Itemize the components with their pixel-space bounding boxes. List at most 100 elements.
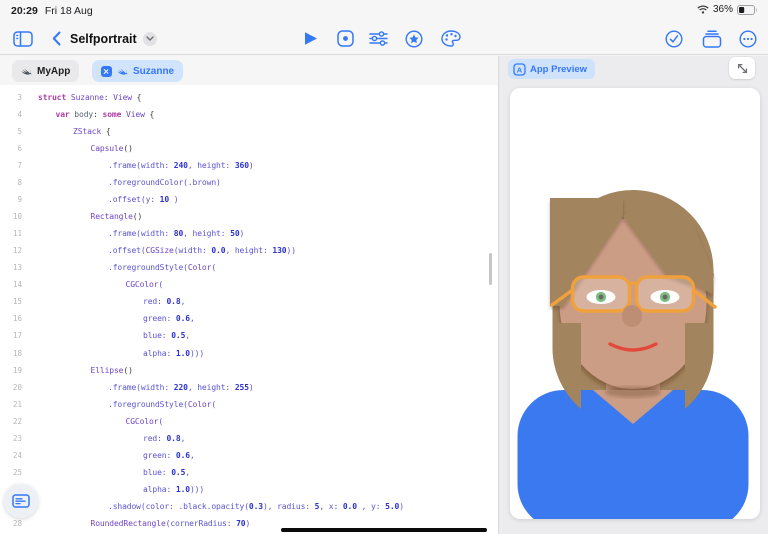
code-text: Capsule(): [91, 140, 133, 157]
line-number: 22: [0, 413, 22, 430]
svg-text:A: A: [517, 65, 523, 74]
guide-star-button[interactable]: [402, 22, 426, 55]
code-line[interactable]: 21.foregroundStyle(Color(: [0, 396, 498, 413]
code-line[interactable]: 20 .frame(width: 220, height: 255): [0, 379, 498, 396]
sidebar-toggle-button[interactable]: [10, 22, 36, 55]
line-number: 16: [0, 310, 22, 327]
chin-shadow: [605, 387, 661, 398]
code-text: Ellipse(): [91, 362, 133, 379]
code-line[interactable]: 3struct Suzanne: View {: [0, 89, 498, 106]
code-line[interactable]: 8 .foregroundColor(.brown): [0, 174, 498, 191]
code-text: .shadow(color: .black.opacity(0.3), radi…: [108, 498, 404, 515]
line-number: 9: [0, 191, 22, 208]
battery-icon: [737, 5, 758, 15]
code-line[interactable]: 23red: 0.8,: [0, 430, 498, 447]
nose: [622, 305, 642, 327]
code-line[interactable]: 27.shadow(color: .black.opacity(0.3), ra…: [0, 498, 498, 515]
palette-button[interactable]: [438, 22, 464, 55]
battery-percent: 36%: [713, 4, 733, 15]
editor-scrollbar[interactable]: [489, 253, 492, 285]
tab-strip: MyApp Suzanne: [0, 56, 498, 85]
app-preview-label: App Preview: [530, 64, 587, 75]
line-number: 11: [0, 225, 22, 242]
line-number: 19: [0, 362, 22, 379]
code-line[interactable]: 18alpha: 1.0))): [0, 345, 498, 362]
line-number: 25: [0, 464, 22, 481]
wifi-icon: [697, 5, 709, 14]
code-line[interactable]: 19 Ellipse(): [0, 362, 498, 379]
code-line[interactable]: 24green: 0.6,: [0, 447, 498, 464]
code-editor[interactable]: 23struct Suzanne: View {4var body: some …: [0, 85, 498, 534]
swift-playgrounds-window: 20:29Fri 18 Aug 36%: [0, 0, 768, 534]
code-text: green: 0.6,: [143, 310, 195, 327]
code-text: red: 0.8,: [143, 430, 185, 447]
code-text: var body: some View {: [56, 106, 155, 123]
code-text: green: 0.6,: [143, 447, 195, 464]
swift-icon: [21, 66, 32, 77]
title-chevron-icon: [143, 32, 157, 46]
code-line[interactable]: 14 CGColor(: [0, 276, 498, 293]
code-text: .foregroundColor(.brown): [108, 174, 221, 191]
toolbar: Selfportrait: [0, 22, 768, 55]
code-line[interactable]: 13.foregroundStyle(Color(: [0, 259, 498, 276]
code-library-button[interactable]: [4, 484, 38, 518]
code-text: alpha: 1.0))): [143, 345, 204, 362]
document-title-menu[interactable]: Selfportrait: [70, 22, 157, 55]
code-line[interactable]: 11 .frame(width: 80, height: 50): [0, 225, 498, 242]
swift-icon: [117, 66, 128, 77]
code-line[interactable]: 4var body: some View {: [0, 106, 498, 123]
code-line[interactable]: 15red: 0.8,: [0, 293, 498, 310]
back-button[interactable]: [48, 22, 64, 55]
projects-stack-button[interactable]: [699, 22, 725, 55]
line-number: 14: [0, 276, 22, 293]
close-tab-icon[interactable]: [101, 66, 112, 77]
code-text: .frame(width: 240, height: 360): [108, 157, 254, 174]
status-bar: 20:29Fri 18 Aug 36%: [0, 0, 768, 22]
code-text: .frame(width: 80, height: 50): [108, 225, 244, 242]
code-line[interactable]: 25blue: 0.5,: [0, 464, 498, 481]
line-number: 8: [0, 174, 22, 191]
expand-preview-button[interactable]: [729, 57, 755, 79]
snippets-icon: [12, 493, 30, 509]
more-options-button[interactable]: [736, 22, 760, 55]
code-line[interactable]: 10Rectangle(): [0, 208, 498, 225]
status-datetime: 20:29Fri 18 Aug: [11, 5, 93, 17]
preview-pane: A App Preview: [499, 56, 768, 534]
code-text: .frame(width: 220, height: 255): [108, 379, 254, 396]
status-indicators: 36%: [697, 4, 758, 15]
code-line[interactable]: 17blue: 0.5,: [0, 327, 498, 344]
page-title: Selfportrait: [70, 32, 137, 46]
tab-myapp[interactable]: MyApp: [12, 60, 79, 82]
tab-suzanne[interactable]: Suzanne: [92, 60, 183, 82]
code-line[interactable]: 5 ZStack {: [0, 123, 498, 140]
live-view-button[interactable]: [334, 22, 356, 55]
app-icon: A: [513, 63, 526, 76]
code-line[interactable]: 22CGColor(: [0, 413, 498, 430]
run-button[interactable]: [300, 22, 322, 55]
app-preview-canvas[interactable]: [510, 88, 760, 519]
code-line[interactable]: 7.frame(width: 240, height: 360): [0, 157, 498, 174]
code-text: .offset(y: 10 ): [108, 191, 178, 208]
code-text: .offset(CGSize(width: 0.0, height: 130)): [108, 242, 296, 259]
code-line[interactable]: 6Capsule(): [0, 140, 498, 157]
code-line[interactable]: 12.offset(CGSize(width: 0.0, height: 130…: [0, 242, 498, 259]
home-indicator[interactable]: [281, 528, 487, 533]
tab-label: MyApp: [37, 66, 70, 77]
line-number: 3: [0, 89, 22, 106]
line-number: 21: [0, 396, 22, 413]
code-text: blue: 0.5,: [143, 327, 190, 344]
status-time: 20:29: [11, 5, 38, 17]
line-number: 5: [0, 123, 22, 140]
code-text: ZStack {: [73, 123, 111, 140]
code-text: Rectangle(): [91, 208, 143, 225]
sliders-icon-button[interactable]: [366, 22, 390, 55]
code-text: CGColor(: [126, 276, 164, 293]
code-text: .foregroundStyle(Color(: [108, 259, 216, 276]
code-line[interactable]: 9 .offset(y: 10 ): [0, 191, 498, 208]
code-line[interactable]: 16 green: 0.6,: [0, 310, 498, 327]
check-circle-button[interactable]: [662, 22, 686, 55]
line-number: 20: [0, 379, 22, 396]
line-number: 15: [0, 293, 22, 310]
app-preview-badge[interactable]: A App Preview: [508, 59, 595, 79]
code-line[interactable]: 26alpha: 1.0))): [0, 481, 498, 498]
